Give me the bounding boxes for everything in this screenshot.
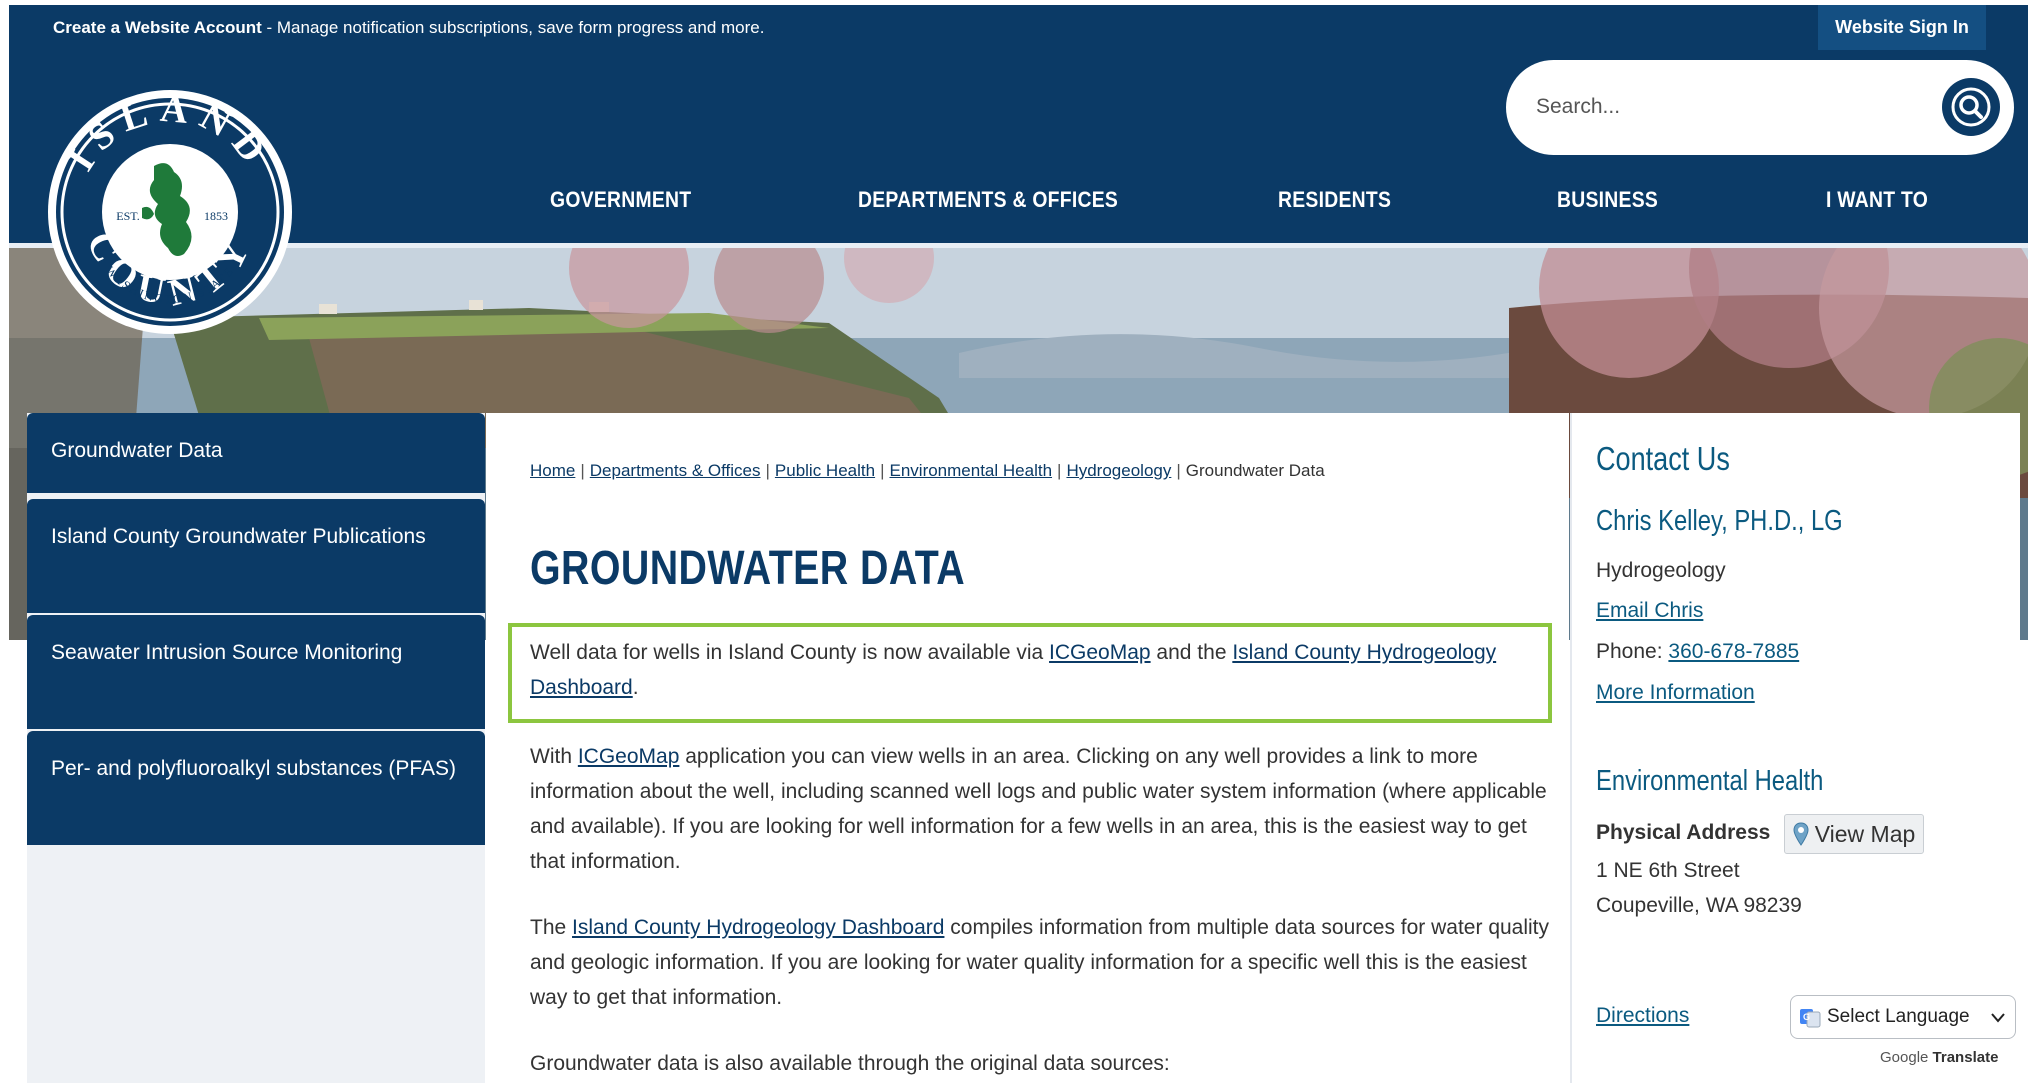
contact-name: Chris Kelley, PH.D., LG bbox=[1596, 505, 1843, 537]
breadcrumb-departments[interactable]: Departments & Offices bbox=[590, 461, 761, 480]
hydrogeology-dashboard-link[interactable]: Island County Hydrogeology Dashboard bbox=[572, 916, 944, 939]
page-title: GROUNDWATER DATA bbox=[530, 542, 966, 595]
breadcrumb-public-health[interactable]: Public Health bbox=[775, 461, 875, 480]
sidebar-item-label: Groundwater Data bbox=[51, 439, 223, 462]
create-account-description: - Manage notification subscriptions, sav… bbox=[261, 18, 765, 37]
paragraph-text: application you can view wells in an are… bbox=[530, 745, 1547, 873]
top-utility-bar: Create a Website Account - Manage notifi… bbox=[9, 5, 2028, 51]
select-language-dropdown[interactable]: G Select Language bbox=[1790, 995, 2016, 1039]
google-translate-credit: Google Translate bbox=[1880, 1049, 1998, 1066]
sidebar-nav: Groundwater Data Island County Groundwat… bbox=[27, 413, 485, 1083]
google-wordmark: Google bbox=[1880, 1049, 1929, 1066]
contact-phone: Phone: 360-678-7885 bbox=[1596, 640, 1799, 664]
breadcrumb: Home | Departments & Offices | Public Health… bbox=[530, 461, 1325, 481]
breadcrumb-environmental-health[interactable]: Environmental Health bbox=[890, 461, 1053, 480]
phone-link[interactable]: 360-678-7885 bbox=[1668, 640, 1799, 663]
paragraph-text: With bbox=[530, 745, 578, 768]
breadcrumb-home[interactable]: Home bbox=[530, 461, 575, 480]
nav-departments-offices[interactable]: DEPARTMENTS & OFFICES bbox=[858, 180, 1118, 220]
intro-text: Well data for wells in Island County is … bbox=[530, 641, 1050, 664]
icgeomap-link[interactable]: ICGeoMap bbox=[1049, 641, 1151, 664]
breadcrumb-separator: | bbox=[880, 461, 885, 480]
intro-text: and the bbox=[1150, 641, 1233, 664]
map-pin-icon bbox=[1793, 822, 1809, 846]
translate-label: Translate bbox=[1932, 1049, 1999, 1066]
site-search bbox=[1506, 60, 2014, 155]
chevron-down-icon bbox=[1991, 1013, 2005, 1023]
nav-business[interactable]: BUSINESS bbox=[1557, 180, 1658, 220]
google-translate-icon: G bbox=[1800, 1009, 1821, 1028]
logo-est-text: EST. bbox=[116, 209, 139, 223]
sidebar-item-groundwater-publications[interactable]: Island County Groundwater Publications bbox=[27, 499, 485, 613]
dashboard-paragraph: The Island County Hydrogeology Dashboard… bbox=[530, 910, 1550, 1015]
search-icon bbox=[1951, 87, 1991, 127]
breadcrumb-separator: | bbox=[1176, 461, 1181, 480]
intro-text: . bbox=[632, 676, 639, 699]
nav-government[interactable]: GOVERNMENT bbox=[550, 180, 691, 220]
island-county-logo[interactable]: ISLAND COUNTY EST. 1853 WASHINGTON STATE bbox=[46, 88, 294, 336]
breadcrumb-separator: | bbox=[1057, 461, 1062, 480]
view-map-label: View Map bbox=[1814, 820, 1916, 847]
main-content: Home | Departments & Offices | Public Health… bbox=[486, 413, 1569, 1083]
breadcrumb-separator: | bbox=[580, 461, 585, 480]
email-contact-link[interactable]: Email Chris bbox=[1596, 599, 1703, 623]
street-address: 1 NE 6th Street bbox=[1596, 859, 1740, 882]
sidebar-item-pfas[interactable]: Per- and polyfluoroalkyl substances (PFA… bbox=[27, 731, 485, 845]
icgeomap-paragraph: With ICGeoMap application you can view w… bbox=[530, 739, 1550, 879]
main-navigation: GOVERNMENT DEPARTMENTS & OFFICES RESIDEN… bbox=[520, 180, 1980, 222]
nav-residents[interactable]: RESIDENTS bbox=[1278, 180, 1391, 220]
website-sign-in-button[interactable]: Website Sign In bbox=[1818, 5, 1986, 50]
create-account-label[interactable]: Create a Website Account bbox=[53, 18, 262, 37]
sidebar-item-seawater-intrusion[interactable]: Seawater Intrusion Source Monitoring bbox=[27, 615, 485, 729]
contact-us-heading: Contact Us bbox=[1596, 440, 1730, 477]
phone-label: Phone: bbox=[1596, 640, 1669, 663]
intro-paragraph: Well data for wells in Island County is … bbox=[530, 635, 1550, 705]
county-seal-icon: ISLAND COUNTY EST. 1853 WASHINGTON STATE bbox=[48, 88, 292, 334]
sidebar-item-label: Seawater Intrusion Source Monitoring bbox=[51, 641, 403, 664]
view-map-button[interactable]: View Map bbox=[1784, 814, 1924, 854]
search-input[interactable] bbox=[1536, 86, 1916, 128]
nav-i-want-to[interactable]: I WANT TO bbox=[1826, 180, 1928, 220]
sidebar-item-groundwater-data[interactable]: Groundwater Data bbox=[27, 413, 485, 493]
data-sources-paragraph: Groundwater data is also available throu… bbox=[530, 1052, 1170, 1075]
create-account-link[interactable]: Create a Website Account - Manage notifi… bbox=[53, 16, 764, 40]
more-information-link[interactable]: More Information bbox=[1596, 681, 1755, 705]
physical-address-label: Physical Address bbox=[1596, 821, 1771, 844]
svg-text:G: G bbox=[1803, 1012, 1810, 1022]
sidebar-item-label: Island County Groundwater Publications bbox=[51, 525, 426, 548]
sidebar-item-label: Per- and polyfluoroalkyl substances (PFA… bbox=[51, 757, 457, 780]
environmental-health-heading: Environmental Health bbox=[1596, 765, 1824, 797]
page: Create a Website Account - Manage notifi… bbox=[0, 0, 2028, 1083]
paragraph-text: The bbox=[530, 916, 573, 939]
contact-department: Hydrogeology bbox=[1596, 559, 1726, 582]
contact-sidebar: Contact Us Chris Kelley, PH.D., LG Hydro… bbox=[1570, 413, 2020, 1083]
search-button[interactable] bbox=[1942, 78, 2000, 136]
logo-year-text: 1853 bbox=[204, 209, 228, 223]
directions-link[interactable]: Directions bbox=[1596, 1004, 1689, 1028]
breadcrumb-current: Groundwater Data bbox=[1185, 461, 1325, 480]
breadcrumb-hydrogeology[interactable]: Hydrogeology bbox=[1066, 461, 1171, 480]
city-state-zip: Coupeville, WA 98239 bbox=[1596, 894, 1802, 917]
icgeomap-link[interactable]: ICGeoMap bbox=[578, 745, 680, 768]
breadcrumb-separator: | bbox=[765, 461, 770, 480]
select-language-label: Select Language bbox=[1827, 1006, 1970, 1027]
